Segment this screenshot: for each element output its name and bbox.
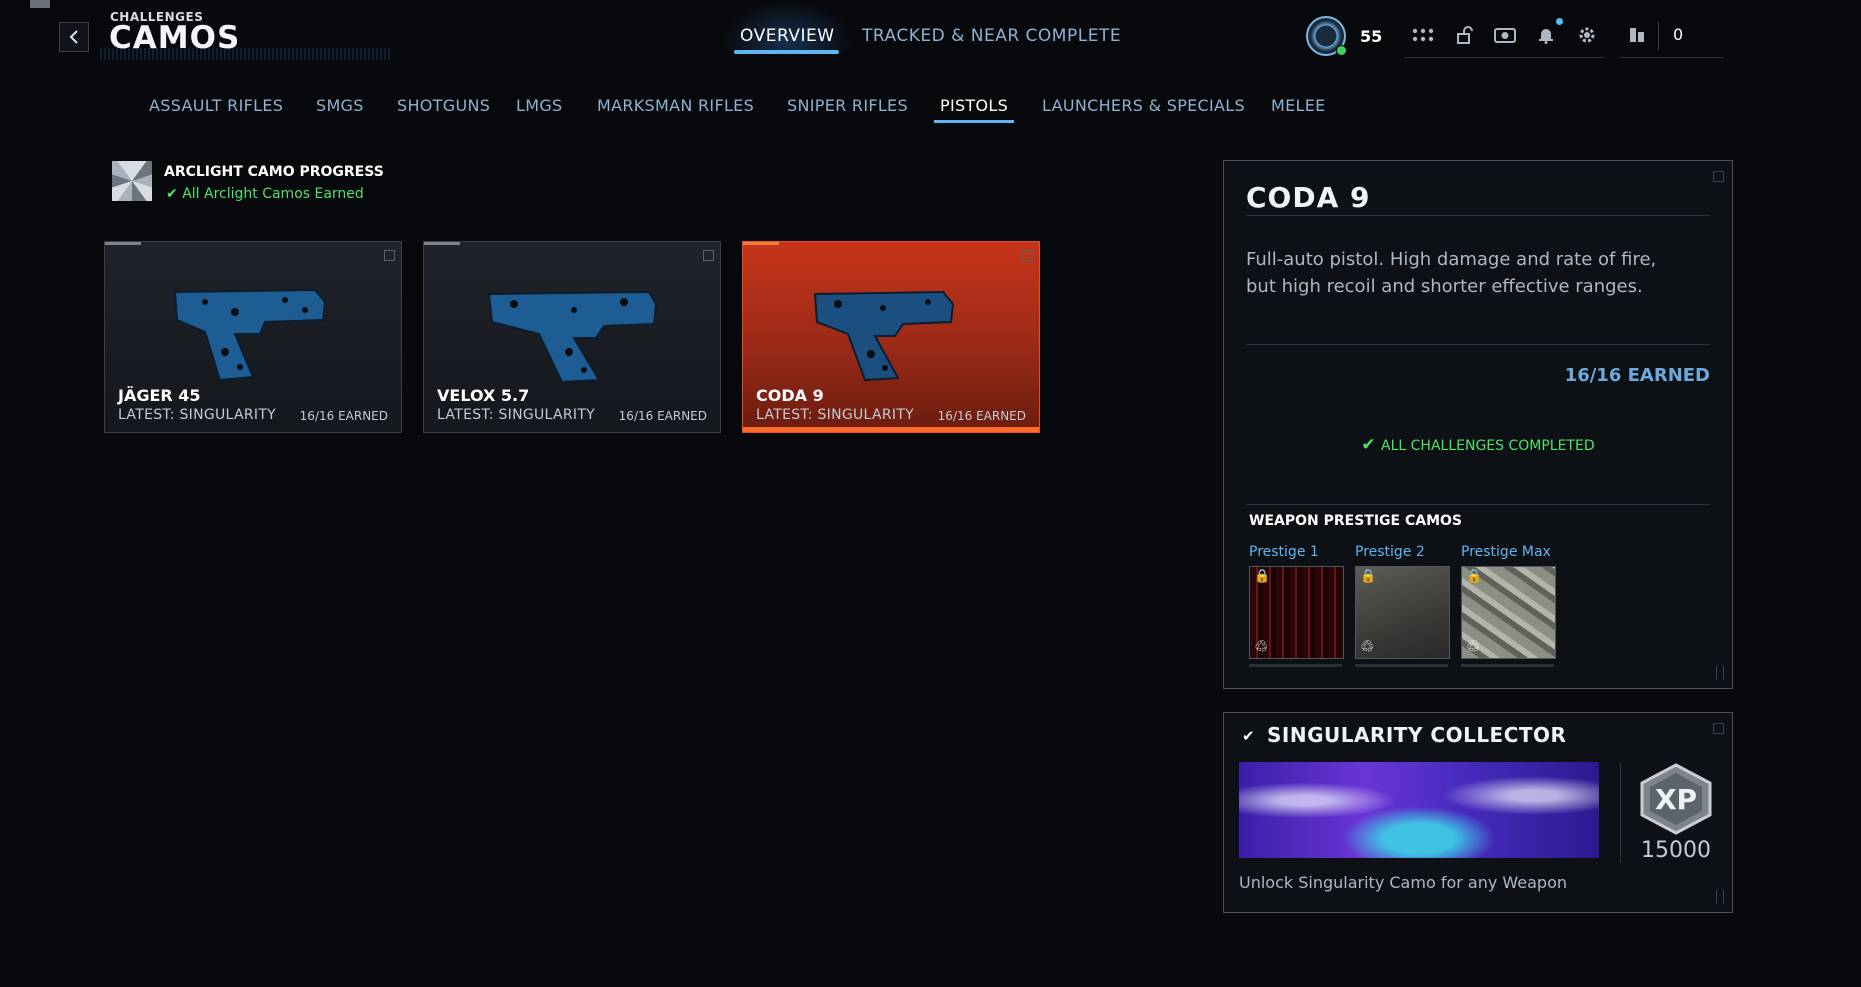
lock-icon: 🔒: [1254, 569, 1271, 584]
prestige-1-progress: [1249, 664, 1342, 667]
weapon-card-jager-45[interactable]: JÄGER 45 LATEST: SINGULARITY 16/16 EARNE…: [104, 241, 402, 433]
card-progress-bar: [743, 242, 779, 245]
xp-reward-value: 15000: [1641, 838, 1711, 863]
panel-divider: [1246, 344, 1710, 345]
back-button[interactable]: [59, 22, 89, 52]
weapon-latest-camo: LATEST: SINGULARITY: [437, 407, 596, 423]
reward-divider: [1620, 763, 1621, 863]
currency-count: 0: [1673, 25, 1684, 44]
weapon-earned-count: 16/16 EARNED: [937, 409, 1026, 423]
card-corner-icon: [703, 250, 714, 261]
arclight-camo-thumbnail: [112, 161, 152, 201]
prestige-2-camo-tile[interactable]: 🔒 ♲: [1355, 566, 1450, 659]
header-separator: [1658, 22, 1659, 50]
category-tab-lmgs[interactable]: LMGS: [516, 96, 562, 115]
pistol-icon: [173, 288, 327, 382]
category-tab-marksman-rifles[interactable]: MARKSMAN RIFLES: [597, 96, 754, 115]
weapon-latest-camo: LATEST: SINGULARITY: [118, 407, 277, 423]
panel-corner-icon: [1713, 171, 1724, 182]
bell-icon[interactable]: [1535, 24, 1557, 46]
check-icon: ✔: [1361, 435, 1382, 455]
category-tab-pistols[interactable]: PISTOLS: [933, 96, 1015, 123]
grid-icon[interactable]: [1412, 24, 1434, 46]
pistol-icon: [487, 290, 658, 382]
reward-panel: ✔ SINGULARITY COLLECTOR XP 15000 Unlock …: [1223, 712, 1733, 913]
title-decoration: [100, 48, 390, 60]
prestige-camos-title: WEAPON PRESTIGE CAMOS: [1249, 513, 1462, 529]
prestige-2-progress: [1355, 664, 1448, 667]
notification-dot-icon: [1556, 18, 1563, 25]
camera-icon[interactable]: [1494, 24, 1516, 46]
arclight-progress-title: ARCLIGHT CAMO PROGRESS: [164, 164, 384, 180]
weapon-earned-count: 16/16 EARNED: [618, 409, 707, 423]
reward-description: Unlock Singularity Camo for any Weapon: [1239, 873, 1568, 892]
check-icon: ✔: [166, 186, 183, 202]
arclight-progress-status: ✔ All Arclight Camos Earned: [166, 186, 364, 202]
online-status-icon: [1336, 45, 1347, 56]
selected-weapon-name: CODA 9: [1246, 181, 1371, 214]
category-tab-shotguns[interactable]: SHOTGUNS: [397, 96, 490, 115]
weapon-card-coda-9[interactable]: CODA 9 LATEST: SINGULARITY 16/16 EARNED: [742, 241, 1040, 433]
prestige-1-label: Prestige 1: [1249, 544, 1319, 560]
lock-icon: 🔒: [1466, 569, 1483, 584]
gear-icon[interactable]: [1576, 24, 1598, 46]
weapon-details-panel: CODA 9 Full-auto pistol. High damage and…: [1223, 160, 1733, 689]
weapon-name: CODA 9: [756, 386, 824, 405]
xp-badge-icon: XP: [1640, 763, 1712, 835]
header-divider: [1404, 57, 1606, 58]
weapon-earned-count: 16/16 EARNED: [299, 409, 388, 423]
card-progress-bar: [424, 242, 460, 245]
player-level: 55: [1360, 27, 1383, 46]
weapon-description: Full-auto pistol. High damage and rate o…: [1246, 249, 1657, 297]
weapon-card-velox-5-7[interactable]: VELOX 5.7 LATEST: SINGULARITY 16/16 EARN…: [423, 241, 721, 433]
tab-tracked-near-complete[interactable]: TRACKED & NEAR COMPLETE: [862, 26, 1121, 52]
challenges-complete-status: ✔ ALL CHALLENGES COMPLETED: [1224, 435, 1732, 455]
weapon-name: VELOX 5.7: [437, 386, 530, 405]
category-tab-melee[interactable]: MELEE: [1271, 96, 1326, 115]
weapon-latest-camo: LATEST: SINGULARITY: [756, 407, 915, 423]
panel-footer-icon: [1716, 890, 1724, 904]
prestige-2-label: Prestige 2: [1355, 544, 1425, 560]
prestige-1-camo-tile[interactable]: 🔒 ♲: [1249, 566, 1344, 659]
panel-divider: [1246, 504, 1710, 505]
prestige-max-progress: [1461, 664, 1554, 667]
chevron-left-icon: [69, 30, 78, 44]
panel-divider: [1246, 215, 1710, 216]
category-tab-smgs[interactable]: SMGS: [316, 96, 364, 115]
prestige-emblem-icon: ♲: [1360, 637, 1375, 656]
weapon-earned-total: 16/16 EARNED: [1564, 365, 1710, 386]
tab-overview[interactable]: OVERVIEW: [720, 0, 854, 54]
prestige-max-label: Prestige Max: [1461, 544, 1551, 560]
mute-icon: [30, 0, 50, 8]
lock-icon[interactable]: [1454, 24, 1476, 46]
prestige-emblem-icon: ♲: [1466, 637, 1481, 656]
category-tab-sniper-rifles[interactable]: SNIPER RIFLES: [787, 96, 908, 115]
card-progress-bar: [105, 242, 141, 245]
social-icon[interactable]: [1626, 24, 1648, 46]
weapon-name: JÄGER 45: [118, 386, 201, 405]
challenges-complete-text: ALL CHALLENGES COMPLETED: [1381, 438, 1595, 454]
category-tab-assault-rifles[interactable]: ASSAULT RIFLES: [149, 96, 283, 115]
card-corner-icon: [1022, 250, 1033, 261]
arclight-progress-status-text: All Arclight Camos Earned: [182, 186, 364, 202]
category-tab-launchers-specials[interactable]: LAUNCHERS & SPECIALS: [1042, 96, 1245, 115]
calling-card-image: [1239, 762, 1599, 858]
check-icon: ✔: [1242, 727, 1255, 745]
prestige-emblem-icon: ♲: [1254, 637, 1269, 656]
prestige-max-camo-tile[interactable]: 🔒 ♲: [1461, 566, 1556, 659]
reward-title: SINGULARITY COLLECTOR: [1267, 723, 1567, 747]
pistol-icon: [813, 290, 955, 382]
card-corner-icon: [384, 250, 395, 261]
xp-badge-label: XP: [1655, 783, 1697, 816]
lock-icon: 🔒: [1360, 569, 1377, 584]
panel-corner-icon: [1713, 723, 1724, 734]
currency-divider: [1618, 57, 1724, 58]
panel-footer-icon: [1716, 666, 1724, 680]
